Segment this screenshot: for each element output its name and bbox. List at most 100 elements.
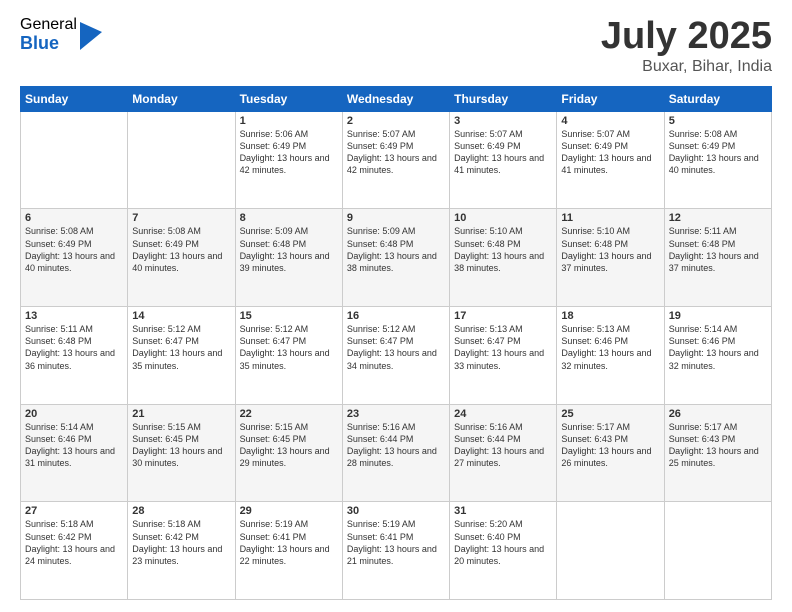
day-info: Sunrise: 5:16 AMSunset: 6:44 PMDaylight:…	[454, 421, 552, 470]
day-number: 4	[561, 115, 659, 127]
day-info: Sunrise: 5:17 AMSunset: 6:43 PMDaylight:…	[669, 421, 767, 470]
day-info: Sunrise: 5:07 AMSunset: 6:49 PMDaylight:…	[347, 128, 445, 177]
day-number: 23	[347, 408, 445, 420]
weekday-header-tuesday: Tuesday	[235, 86, 342, 111]
calendar-cell: 3Sunrise: 5:07 AMSunset: 6:49 PMDaylight…	[450, 111, 557, 209]
calendar-cell: 6Sunrise: 5:08 AMSunset: 6:49 PMDaylight…	[21, 209, 128, 307]
day-number: 24	[454, 408, 552, 420]
month-title: July 2025	[601, 16, 772, 58]
day-info: Sunrise: 5:08 AMSunset: 6:49 PMDaylight:…	[25, 225, 123, 274]
day-number: 22	[240, 408, 338, 420]
day-info: Sunrise: 5:18 AMSunset: 6:42 PMDaylight:…	[25, 518, 123, 567]
calendar-cell: 5Sunrise: 5:08 AMSunset: 6:49 PMDaylight…	[664, 111, 771, 209]
day-info: Sunrise: 5:20 AMSunset: 6:40 PMDaylight:…	[454, 518, 552, 567]
calendar-week-row: 13Sunrise: 5:11 AMSunset: 6:48 PMDayligh…	[21, 307, 772, 405]
calendar-cell: 7Sunrise: 5:08 AMSunset: 6:49 PMDaylight…	[128, 209, 235, 307]
day-info: Sunrise: 5:12 AMSunset: 6:47 PMDaylight:…	[132, 323, 230, 372]
day-info: Sunrise: 5:18 AMSunset: 6:42 PMDaylight:…	[132, 518, 230, 567]
day-info: Sunrise: 5:19 AMSunset: 6:41 PMDaylight:…	[347, 518, 445, 567]
calendar-cell: 22Sunrise: 5:15 AMSunset: 6:45 PMDayligh…	[235, 404, 342, 502]
day-number: 16	[347, 310, 445, 322]
day-number: 28	[132, 505, 230, 517]
calendar-cell: 9Sunrise: 5:09 AMSunset: 6:48 PMDaylight…	[342, 209, 449, 307]
day-number: 17	[454, 310, 552, 322]
day-info: Sunrise: 5:12 AMSunset: 6:47 PMDaylight:…	[240, 323, 338, 372]
day-info: Sunrise: 5:13 AMSunset: 6:46 PMDaylight:…	[561, 323, 659, 372]
calendar-cell: 16Sunrise: 5:12 AMSunset: 6:47 PMDayligh…	[342, 307, 449, 405]
page: General Blue July 2025 Buxar, Bihar, Ind…	[0, 0, 792, 612]
calendar-cell: 21Sunrise: 5:15 AMSunset: 6:45 PMDayligh…	[128, 404, 235, 502]
calendar-cell: 4Sunrise: 5:07 AMSunset: 6:49 PMDaylight…	[557, 111, 664, 209]
calendar-cell	[128, 111, 235, 209]
day-number: 26	[669, 408, 767, 420]
day-info: Sunrise: 5:19 AMSunset: 6:41 PMDaylight:…	[240, 518, 338, 567]
day-number: 9	[347, 212, 445, 224]
calendar-cell: 24Sunrise: 5:16 AMSunset: 6:44 PMDayligh…	[450, 404, 557, 502]
calendar-cell: 1Sunrise: 5:06 AMSunset: 6:49 PMDaylight…	[235, 111, 342, 209]
day-number: 29	[240, 505, 338, 517]
day-info: Sunrise: 5:08 AMSunset: 6:49 PMDaylight:…	[132, 225, 230, 274]
day-info: Sunrise: 5:15 AMSunset: 6:45 PMDaylight:…	[132, 421, 230, 470]
day-info: Sunrise: 5:12 AMSunset: 6:47 PMDaylight:…	[347, 323, 445, 372]
day-info: Sunrise: 5:10 AMSunset: 6:48 PMDaylight:…	[454, 225, 552, 274]
weekday-header-sunday: Sunday	[21, 86, 128, 111]
calendar-cell: 28Sunrise: 5:18 AMSunset: 6:42 PMDayligh…	[128, 502, 235, 600]
calendar-week-row: 20Sunrise: 5:14 AMSunset: 6:46 PMDayligh…	[21, 404, 772, 502]
calendar-cell: 10Sunrise: 5:10 AMSunset: 6:48 PMDayligh…	[450, 209, 557, 307]
weekday-header-row: SundayMondayTuesdayWednesdayThursdayFrid…	[21, 86, 772, 111]
calendar-cell: 12Sunrise: 5:11 AMSunset: 6:48 PMDayligh…	[664, 209, 771, 307]
day-info: Sunrise: 5:15 AMSunset: 6:45 PMDaylight:…	[240, 421, 338, 470]
calendar-cell: 15Sunrise: 5:12 AMSunset: 6:47 PMDayligh…	[235, 307, 342, 405]
day-info: Sunrise: 5:17 AMSunset: 6:43 PMDaylight:…	[561, 421, 659, 470]
calendar-cell: 29Sunrise: 5:19 AMSunset: 6:41 PMDayligh…	[235, 502, 342, 600]
day-number: 12	[669, 212, 767, 224]
day-info: Sunrise: 5:07 AMSunset: 6:49 PMDaylight:…	[561, 128, 659, 177]
calendar-cell	[557, 502, 664, 600]
day-info: Sunrise: 5:09 AMSunset: 6:48 PMDaylight:…	[347, 225, 445, 274]
header: General Blue July 2025 Buxar, Bihar, Ind…	[20, 16, 772, 76]
day-info: Sunrise: 5:10 AMSunset: 6:48 PMDaylight:…	[561, 225, 659, 274]
day-info: Sunrise: 5:11 AMSunset: 6:48 PMDaylight:…	[25, 323, 123, 372]
calendar-cell: 20Sunrise: 5:14 AMSunset: 6:46 PMDayligh…	[21, 404, 128, 502]
calendar-cell: 2Sunrise: 5:07 AMSunset: 6:49 PMDaylight…	[342, 111, 449, 209]
day-number: 25	[561, 408, 659, 420]
day-number: 5	[669, 115, 767, 127]
calendar-cell: 30Sunrise: 5:19 AMSunset: 6:41 PMDayligh…	[342, 502, 449, 600]
day-number: 14	[132, 310, 230, 322]
day-info: Sunrise: 5:11 AMSunset: 6:48 PMDaylight:…	[669, 225, 767, 274]
location-subtitle: Buxar, Bihar, India	[601, 58, 772, 76]
calendar-week-row: 27Sunrise: 5:18 AMSunset: 6:42 PMDayligh…	[21, 502, 772, 600]
day-number: 3	[454, 115, 552, 127]
day-number: 18	[561, 310, 659, 322]
calendar-cell: 14Sunrise: 5:12 AMSunset: 6:47 PMDayligh…	[128, 307, 235, 405]
calendar-cell: 11Sunrise: 5:10 AMSunset: 6:48 PMDayligh…	[557, 209, 664, 307]
weekday-header-wednesday: Wednesday	[342, 86, 449, 111]
day-number: 8	[240, 212, 338, 224]
calendar-cell	[21, 111, 128, 209]
calendar-table: SundayMondayTuesdayWednesdayThursdayFrid…	[20, 86, 772, 600]
logo: General Blue	[20, 16, 102, 53]
logo-icon	[80, 22, 102, 50]
calendar-cell	[664, 502, 771, 600]
day-number: 10	[454, 212, 552, 224]
calendar-cell: 27Sunrise: 5:18 AMSunset: 6:42 PMDayligh…	[21, 502, 128, 600]
day-number: 2	[347, 115, 445, 127]
day-number: 31	[454, 505, 552, 517]
logo-blue: Blue	[20, 34, 77, 54]
day-info: Sunrise: 5:09 AMSunset: 6:48 PMDaylight:…	[240, 225, 338, 274]
calendar-week-row: 1Sunrise: 5:06 AMSunset: 6:49 PMDaylight…	[21, 111, 772, 209]
calendar-cell: 23Sunrise: 5:16 AMSunset: 6:44 PMDayligh…	[342, 404, 449, 502]
day-number: 1	[240, 115, 338, 127]
day-number: 6	[25, 212, 123, 224]
day-info: Sunrise: 5:07 AMSunset: 6:49 PMDaylight:…	[454, 128, 552, 177]
day-info: Sunrise: 5:08 AMSunset: 6:49 PMDaylight:…	[669, 128, 767, 177]
weekday-header-monday: Monday	[128, 86, 235, 111]
calendar-cell: 26Sunrise: 5:17 AMSunset: 6:43 PMDayligh…	[664, 404, 771, 502]
calendar-cell: 8Sunrise: 5:09 AMSunset: 6:48 PMDaylight…	[235, 209, 342, 307]
calendar-cell: 31Sunrise: 5:20 AMSunset: 6:40 PMDayligh…	[450, 502, 557, 600]
day-info: Sunrise: 5:16 AMSunset: 6:44 PMDaylight:…	[347, 421, 445, 470]
day-info: Sunrise: 5:06 AMSunset: 6:49 PMDaylight:…	[240, 128, 338, 177]
day-number: 19	[669, 310, 767, 322]
day-info: Sunrise: 5:13 AMSunset: 6:47 PMDaylight:…	[454, 323, 552, 372]
calendar-week-row: 6Sunrise: 5:08 AMSunset: 6:49 PMDaylight…	[21, 209, 772, 307]
